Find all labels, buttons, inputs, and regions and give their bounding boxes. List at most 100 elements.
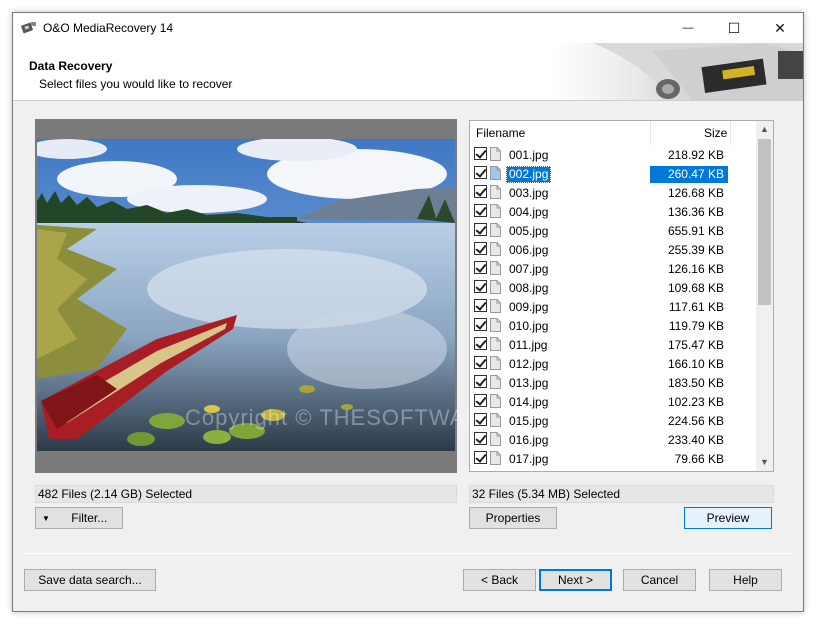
save-data-search-button[interactable]: Save data search... (24, 569, 156, 591)
image-file-icon (490, 280, 501, 294)
image-file-icon (490, 185, 501, 199)
file-name: 009.jpg (509, 300, 549, 314)
table-row[interactable]: 006.jpg 255.39 KB (470, 240, 756, 259)
table-row[interactable]: 011.jpg 175.47 KB (470, 335, 756, 354)
triangle-down-icon: ▼ (42, 513, 50, 523)
table-row[interactable]: 008.jpg 109.68 KB (470, 278, 756, 297)
file-size: 224.56 KB (667, 414, 724, 428)
image-file-icon (490, 299, 501, 313)
image-file-icon (490, 337, 501, 351)
file-checkbox[interactable] (474, 204, 487, 217)
file-checkbox[interactable] (474, 147, 487, 160)
table-row[interactable]: 007.jpg 126.16 KB (470, 259, 756, 278)
image-file-icon (490, 432, 501, 446)
filter-button[interactable]: ▼ Filter... (35, 507, 123, 529)
next-button[interactable]: Next > (539, 569, 612, 591)
file-name: 014.jpg (509, 395, 549, 409)
image-file-icon (490, 242, 501, 256)
file-size: 126.16 KB (667, 262, 724, 276)
file-checkbox[interactable] (474, 413, 487, 426)
file-name: 005.jpg (509, 224, 549, 238)
file-size: 260.47 KB (650, 166, 728, 183)
column-header-filename[interactable]: Filename (476, 121, 525, 145)
minimize-icon: — (682, 22, 694, 34)
footer-divider (23, 553, 793, 554)
file-size: 119.79 KB (668, 319, 724, 333)
file-size: 109.68 KB (667, 281, 724, 295)
file-checkbox[interactable] (474, 432, 487, 445)
file-checkbox[interactable] (474, 375, 487, 388)
image-file-icon (490, 204, 501, 218)
status-right: 32 Files (5.34 MB) Selected (469, 485, 774, 503)
close-button[interactable]: ✕ (757, 13, 803, 43)
file-checkbox[interactable] (474, 337, 487, 350)
image-file-icon (490, 356, 501, 370)
file-name: 011.jpg (509, 338, 548, 352)
table-row[interactable]: 014.jpg 102.23 KB (470, 392, 756, 411)
image-file-icon (490, 394, 501, 408)
cancel-button[interactable]: Cancel (623, 569, 696, 591)
scroll-up-icon[interactable]: ▲ (756, 121, 773, 138)
file-size: 117.61 KB (668, 300, 724, 314)
file-checkbox[interactable] (474, 299, 487, 312)
image-file-icon (490, 166, 501, 180)
file-size: 136.36 KB (667, 205, 724, 219)
file-checkbox[interactable] (474, 318, 487, 331)
file-checkbox[interactable] (474, 261, 487, 274)
file-checkbox[interactable] (474, 356, 487, 369)
table-row[interactable]: 016.jpg 233.40 KB (470, 430, 756, 449)
maximize-button[interactable]: ☐ (711, 13, 757, 43)
card-reader-banner-image (553, 43, 803, 100)
image-file-icon (490, 451, 501, 465)
properties-button[interactable]: Properties (469, 507, 557, 529)
file-name: 016.jpg (509, 433, 549, 447)
file-size: 79.66 KB (674, 452, 724, 466)
vertical-scrollbar[interactable]: ▲ ▼ (756, 121, 773, 471)
file-size: 102.23 KB (667, 395, 724, 409)
page-title: Data Recovery (29, 59, 113, 73)
file-checkbox[interactable] (474, 394, 487, 407)
table-row[interactable]: 015.jpg 224.56 KB (470, 411, 756, 430)
file-name: 004.jpg (509, 205, 549, 219)
file-size: 233.40 KB (667, 433, 724, 447)
file-list[interactable]: Filename Size 001.jpg 218.92 KB 002.jpg 260… (469, 120, 774, 472)
filter-button-label: Filter... (71, 511, 108, 525)
minimize-button[interactable]: — (665, 13, 711, 43)
file-checkbox[interactable] (474, 166, 487, 179)
help-button[interactable]: Help (709, 569, 782, 591)
file-checkbox[interactable] (474, 185, 487, 198)
scrollbar-thumb[interactable] (758, 139, 771, 305)
file-size: 655.91 KB (667, 224, 724, 238)
table-row[interactable]: 012.jpg 166.10 KB (470, 354, 756, 373)
file-checkbox[interactable] (474, 223, 487, 236)
recovery-app-icon (21, 22, 36, 34)
table-row[interactable]: 004.jpg 136.36 KB (470, 202, 756, 221)
file-checkbox[interactable] (474, 280, 487, 293)
preview-button[interactable]: Preview (684, 507, 772, 529)
table-row[interactable]: 005.jpg 655.91 KB (470, 221, 756, 240)
file-size: 166.10 KB (667, 357, 724, 371)
file-size: 255.39 KB (667, 243, 724, 257)
close-icon: ✕ (774, 19, 786, 36)
image-file-icon (490, 261, 501, 275)
column-header-size[interactable]: Size (704, 121, 727, 145)
file-name: 002.jpg (506, 166, 552, 183)
back-button[interactable]: < Back (463, 569, 536, 591)
table-row[interactable]: 010.jpg 119.79 KB (470, 316, 756, 335)
image-file-icon (490, 223, 501, 237)
wizard-header: Data Recovery Select files you would lik… (13, 43, 803, 101)
column-separator[interactable] (730, 121, 731, 145)
table-row[interactable]: 001.jpg 218.92 KB (470, 145, 756, 164)
table-row[interactable]: 003.jpg 126.68 KB (470, 183, 756, 202)
scroll-down-icon[interactable]: ▼ (756, 454, 773, 471)
file-name: 008.jpg (509, 281, 549, 295)
table-row[interactable]: 002.jpg 260.47 KB (470, 164, 756, 183)
column-separator[interactable] (650, 121, 651, 145)
file-size: 218.92 KB (667, 148, 724, 162)
table-row[interactable]: 013.jpg 183.50 KB (470, 373, 756, 392)
table-row[interactable]: 017.jpg 79.66 KB (470, 449, 756, 468)
table-row[interactable]: 009.jpg 117.61 KB (470, 297, 756, 316)
file-checkbox[interactable] (474, 451, 487, 464)
file-checkbox[interactable] (474, 242, 487, 255)
image-file-icon (490, 318, 501, 332)
